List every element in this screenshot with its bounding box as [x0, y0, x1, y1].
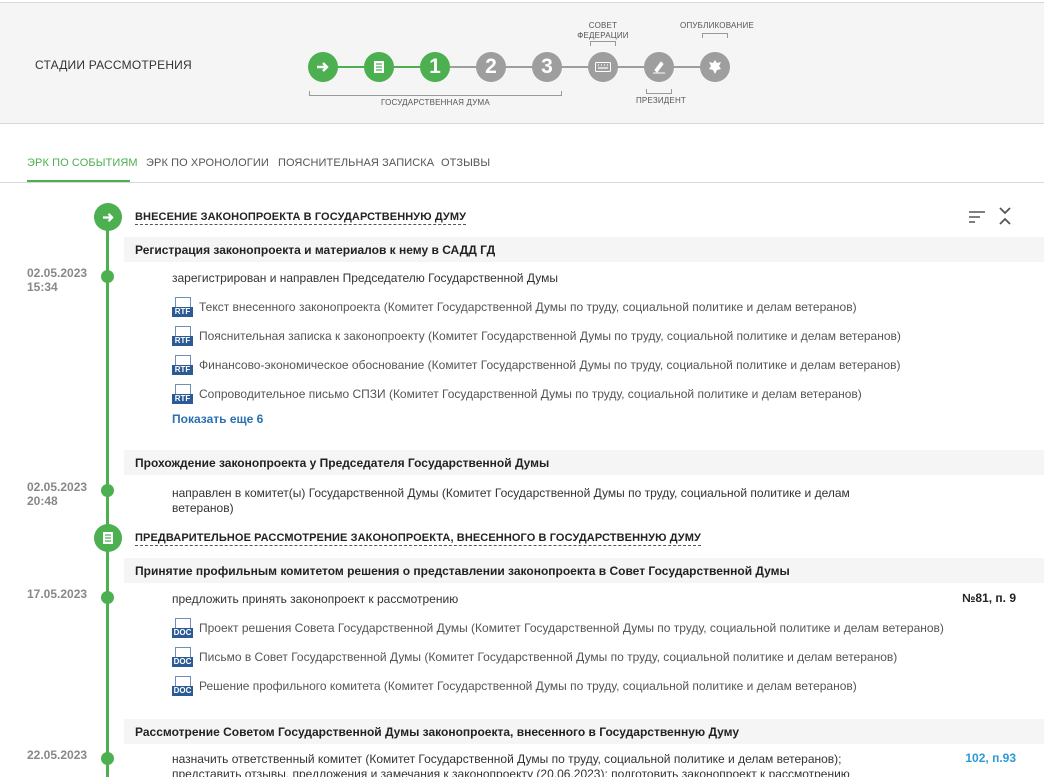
stage-heading-preliminary[interactable]: ПРЕДВАРИТЕЛЬНОЕ РАССМОТРЕНИЕ ЗАКОНОПРОЕК…	[135, 532, 701, 546]
rtf-file-icon: RTF	[172, 384, 193, 404]
council-bracket	[590, 41, 616, 46]
doc-file-icon: DOC	[172, 618, 193, 638]
stage-node-introduction	[94, 203, 122, 231]
rtf-file-icon: RTF	[172, 326, 193, 346]
tab-active-indicator	[27, 180, 130, 182]
event-dot	[101, 752, 114, 765]
event-date: 17.05.2023	[27, 587, 88, 601]
doc-file-icon: DOC	[172, 676, 193, 696]
stage-federation-council[interactable]	[588, 52, 618, 82]
event-title: Рассмотрение Советом Государственной Дум…	[135, 725, 740, 739]
tab-explanatory-note[interactable]: ПОЯСНИТЕЛЬНАЯ ЗАПИСКА	[278, 157, 434, 169]
event-dot	[101, 591, 114, 604]
stage-third-reading[interactable]: 3	[532, 52, 562, 82]
rtf-file-icon: RTF	[172, 355, 193, 375]
duma-bracket	[309, 91, 562, 96]
published-caption: ОПУБЛИКОВАНИЕ	[680, 21, 754, 30]
event-header: Прохождение законопроекта у Председателя…	[124, 450, 1044, 475]
council-decision-ref: №81, п. 9	[962, 591, 1016, 605]
stage-president[interactable]	[644, 52, 674, 82]
duma-caption: ГОСУДАРСТВЕННАЯ ДУМА	[381, 98, 490, 107]
stage-publication[interactable]	[700, 52, 730, 82]
council-caption: СОВЕТ ФЕДЕРАЦИИ	[577, 21, 629, 40]
document-link[interactable]: DOC Решение профильного комитета (Комите…	[172, 676, 857, 696]
event-title: Регистрация законопроекта и материалов к…	[135, 243, 496, 257]
event-date: 02.05.2023 15:34	[27, 266, 88, 294]
document-link[interactable]: RTF Сопроводительное письмо СПЗИ (Комите…	[172, 384, 862, 404]
event-header: Рассмотрение Советом Государственной Дум…	[124, 719, 1044, 744]
emblem-icon	[709, 60, 721, 74]
rtf-file-icon: RTF	[172, 297, 193, 317]
stage-node-preliminary	[94, 524, 122, 552]
arrow-right-icon	[317, 62, 329, 72]
document-link[interactable]: RTF Финансово-экономическое обоснование …	[172, 355, 901, 375]
signing-hand-icon	[653, 61, 665, 74]
event-date: 22.05.2023	[27, 748, 88, 762]
document-link[interactable]: RTF Текст внесенного законопроекта (Коми…	[172, 297, 857, 317]
tab-chronology[interactable]: ЭРК ПО ХРОНОЛОГИИ	[146, 157, 269, 169]
event-dot	[101, 484, 114, 497]
tab-reviews[interactable]: ОТЗЫВЫ	[441, 157, 490, 169]
collapse-icon[interactable]	[998, 206, 1012, 226]
stage-first-reading[interactable]: 1	[420, 52, 450, 82]
event-header: Регистрация законопроекта и материалов к…	[124, 237, 1044, 262]
show-more-link[interactable]: Показать еще 6	[172, 412, 263, 426]
event-text: зарегистрирован и направлен Председателю…	[172, 271, 558, 285]
event-text: назначить ответственный комитет (Комитет…	[172, 752, 850, 777]
event-dot	[101, 270, 114, 283]
stage-preliminary[interactable]	[364, 52, 394, 82]
arrow-right-icon	[102, 212, 114, 222]
president-caption: ПРЕЗИДЕНТ	[635, 96, 687, 105]
event-date: 02.05.2023 20:48	[27, 480, 88, 508]
event-text: направлен в комитет(ы) Государственной Д…	[172, 486, 850, 515]
tab-events[interactable]: ЭРК ПО СОБЫТИЯМ	[27, 157, 138, 169]
document-link[interactable]: DOC Письмо в Совет Государственной Думы …	[172, 647, 897, 667]
published-bracket	[702, 33, 728, 38]
event-header: Принятие профильным комитетом решения о …	[124, 558, 1044, 583]
council-decision-ref-link[interactable]: 102, п.93	[965, 751, 1016, 765]
document-link[interactable]: DOC Проект решения Совета Государственно…	[172, 618, 944, 638]
president-bracket	[646, 89, 672, 94]
tab-bar: ЭРК ПО СОБЫТИЯМ ЭРК ПО ХРОНОЛОГИИ ПОЯСНИ…	[0, 124, 1044, 183]
stages-title: СТАДИИ РАССМОТРЕНИЯ	[35, 58, 192, 72]
document-link[interactable]: RTF Пояснительная записка к законопроект…	[172, 326, 901, 346]
event-title: Принятие профильным комитетом решения о …	[135, 564, 790, 578]
doc-file-icon: DOC	[172, 647, 193, 667]
stage-heading-introduction[interactable]: ВНЕСЕНИЕ ЗАКОНОПРОЕКТА В ГОСУДАРСТВЕННУЮ…	[135, 211, 467, 225]
document-list-icon	[374, 61, 384, 73]
event-text: предложить принять законопроект к рассмо…	[172, 592, 459, 606]
document-list-icon	[103, 532, 113, 544]
keyboard-icon	[595, 62, 611, 72]
sort-icon[interactable]	[968, 210, 986, 224]
stage-introduction[interactable]	[308, 52, 338, 82]
event-title: Прохождение законопроекта у Председателя…	[135, 456, 550, 470]
stage-second-reading[interactable]: 2	[476, 52, 506, 82]
stages-panel: СТАДИИ РАССМОТРЕНИЯ 1 2 3 ГОСУДАРСТВЕННА…	[0, 2, 1044, 124]
